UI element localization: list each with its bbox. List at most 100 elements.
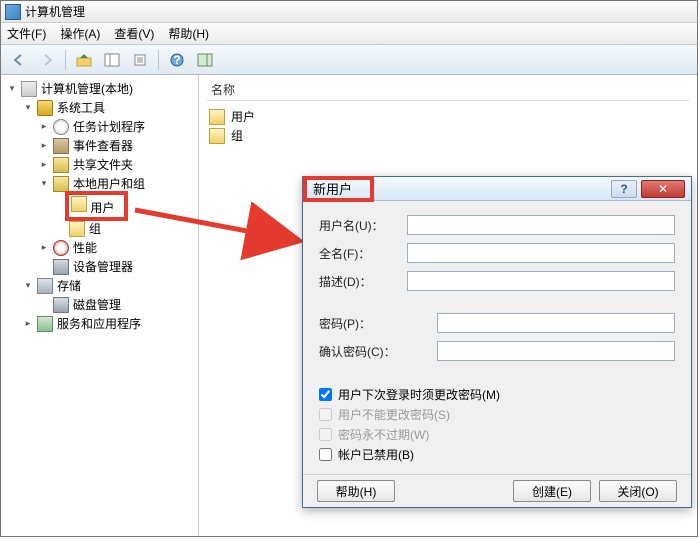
collapse-icon[interactable]: ▾ <box>23 103 33 113</box>
tree-services-apps[interactable]: ▸服务和应用程序 <box>21 314 196 333</box>
must-change-password-checkbox[interactable]: 用户下次登录时须更改密码(M) <box>319 386 675 403</box>
device-icon <box>53 259 69 275</box>
checkbox-label: 密码永不过期(W) <box>338 426 429 443</box>
description-label: 描述(D)： <box>319 273 407 290</box>
button-label: 关闭(O) <box>617 483 658 500</box>
export-button[interactable] <box>128 48 152 72</box>
list-items: 用户 组 <box>207 101 689 145</box>
fullname-input[interactable] <box>407 243 675 263</box>
menu-action[interactable]: 操作(A) <box>60 25 100 42</box>
tree-label: 设备管理器 <box>73 258 133 275</box>
tree-shared-folders[interactable]: ▸ 共享文件夹 <box>37 155 196 174</box>
new-user-dialog: 新用户 ? ✕ 用户名(U)： 全名(F)： 描述(D)： 密码(P)： 确认密… <box>302 176 692 508</box>
tree-label: 共享文件夹 <box>73 156 133 173</box>
help-button[interactable]: ? <box>165 48 189 72</box>
back-button[interactable] <box>7 48 31 72</box>
tree-label: 性能 <box>73 239 97 256</box>
tree-label: 事件查看器 <box>73 137 133 154</box>
expand-icon[interactable]: ▸ <box>39 122 49 132</box>
tree-device-manager[interactable]: 设备管理器 <box>37 257 196 276</box>
checkbox-input <box>319 408 332 421</box>
window-title: 计算机管理 <box>25 3 85 20</box>
close-button[interactable]: 关闭(O) <box>599 480 677 502</box>
dialog-title: 新用户 <box>313 179 352 198</box>
up-button[interactable] <box>72 48 96 72</box>
event-icon <box>53 138 69 154</box>
forward-button[interactable] <box>35 48 59 72</box>
users-groups-icon <box>53 176 69 192</box>
button-label: 创建(E) <box>532 483 572 500</box>
dialog-footer: 帮助(H) 创建(E) 关闭(O) <box>303 474 691 507</box>
password-input[interactable] <box>437 313 675 333</box>
tree-label: 任务计划程序 <box>73 118 145 135</box>
folder-icon <box>209 109 225 125</box>
checkbox-label: 用户下次登录时须更改密码(M) <box>338 386 500 403</box>
account-disabled-checkbox[interactable]: 帐户已禁用(B) <box>319 446 675 463</box>
cannot-change-password-checkbox: 用户不能更改密码(S) <box>319 406 675 423</box>
collapse-icon[interactable]: ▾ <box>23 281 33 291</box>
expand-icon[interactable]: ▸ <box>39 243 49 253</box>
tree-label: 系统工具 <box>57 99 105 116</box>
tree-performance[interactable]: ▸ 性能 <box>37 238 196 257</box>
scheduler-icon <box>53 119 69 135</box>
tree-disk-management[interactable]: 磁盘管理 <box>37 295 196 314</box>
checkbox-label: 用户不能更改密码(S) <box>338 406 450 423</box>
confirm-password-input[interactable] <box>437 341 675 361</box>
toolbar: ? <box>1 45 697 75</box>
show-hide-tree-button[interactable] <box>100 48 124 72</box>
folder-icon <box>69 221 85 237</box>
tree-task-scheduler[interactable]: ▸ 任务计划程序 <box>37 117 196 136</box>
username-label: 用户名(U)： <box>319 217 407 234</box>
tree-label: 组 <box>89 220 101 237</box>
tree-event-viewer[interactable]: ▸ 事件查看器 <box>37 136 196 155</box>
checkbox-input[interactable] <box>319 388 332 401</box>
help-button[interactable]: 帮助(H) <box>317 480 395 502</box>
tree-pane: ▾计算机管理(本地) ▾ 系统工具 ▸ 任务计划程序 ▸ 事件查看器 ▸ 共享文件夹 ▾… <box>1 75 199 536</box>
menu-file[interactable]: 文件(F) <box>7 25 46 42</box>
collapse-icon[interactable]: ▾ <box>7 84 17 94</box>
expand-icon[interactable]: ▸ <box>39 141 49 151</box>
separator <box>158 50 159 70</box>
tree-label: 用户 <box>90 201 114 215</box>
services-icon <box>37 316 53 332</box>
dialog-close-button[interactable]: ✕ <box>641 180 685 198</box>
list-item-label: 用户 <box>231 108 255 125</box>
dialog-help-button[interactable]: ? <box>611 180 637 198</box>
menu-help[interactable]: 帮助(H) <box>168 25 209 42</box>
confirm-password-label: 确认密码(C)： <box>319 343 437 360</box>
dialog-body: 用户名(U)： 全名(F)： 描述(D)： 密码(P)： 确认密码(C)： 用户… <box>303 201 691 474</box>
tree-groups[interactable]: 组 <box>53 219 196 238</box>
checkbox-input <box>319 428 332 441</box>
performance-icon <box>53 240 69 256</box>
tree-label: 存储 <box>57 277 81 294</box>
action-pane-button[interactable] <box>193 48 217 72</box>
collapse-icon[interactable]: ▾ <box>39 179 49 189</box>
tree-root[interactable]: ▾计算机管理(本地) <box>5 79 196 98</box>
password-label: 密码(P)： <box>319 315 437 332</box>
expand-icon[interactable]: ▸ <box>39 160 49 170</box>
expand-icon[interactable]: ▸ <box>23 319 33 329</box>
tree-users[interactable]: 用户 <box>53 193 196 219</box>
tree-storage[interactable]: ▾ 存储 <box>21 276 196 295</box>
tree-label: 本地用户和组 <box>73 175 145 192</box>
list-item[interactable]: 组 <box>207 126 689 145</box>
checkbox-input[interactable] <box>319 448 332 461</box>
password-never-expires-checkbox: 密码永不过期(W) <box>319 426 675 443</box>
list-header-name[interactable]: 名称 <box>207 79 689 101</box>
help-icon: ? <box>620 182 627 196</box>
checkbox-label: 帐户已禁用(B) <box>338 446 414 463</box>
username-input[interactable] <box>407 215 675 235</box>
create-button[interactable]: 创建(E) <box>513 480 591 502</box>
dialog-titlebar[interactable]: 新用户 ? ✕ <box>303 177 691 201</box>
folder-icon <box>209 128 225 144</box>
folder-icon <box>71 196 87 212</box>
tree-system-tools[interactable]: ▾ 系统工具 <box>21 98 196 117</box>
menubar: 文件(F) 操作(A) 查看(V) 帮助(H) <box>1 23 697 45</box>
disk-icon <box>53 297 69 313</box>
menu-view[interactable]: 查看(V) <box>114 25 154 42</box>
list-item[interactable]: 用户 <box>207 107 689 126</box>
dialog-window-buttons: ? ✕ <box>611 180 685 198</box>
description-input[interactable] <box>407 271 675 291</box>
tree-label: 磁盘管理 <box>73 296 121 313</box>
tree: ▾计算机管理(本地) ▾ 系统工具 ▸ 任务计划程序 ▸ 事件查看器 ▸ 共享文件夹 ▾… <box>3 79 196 333</box>
